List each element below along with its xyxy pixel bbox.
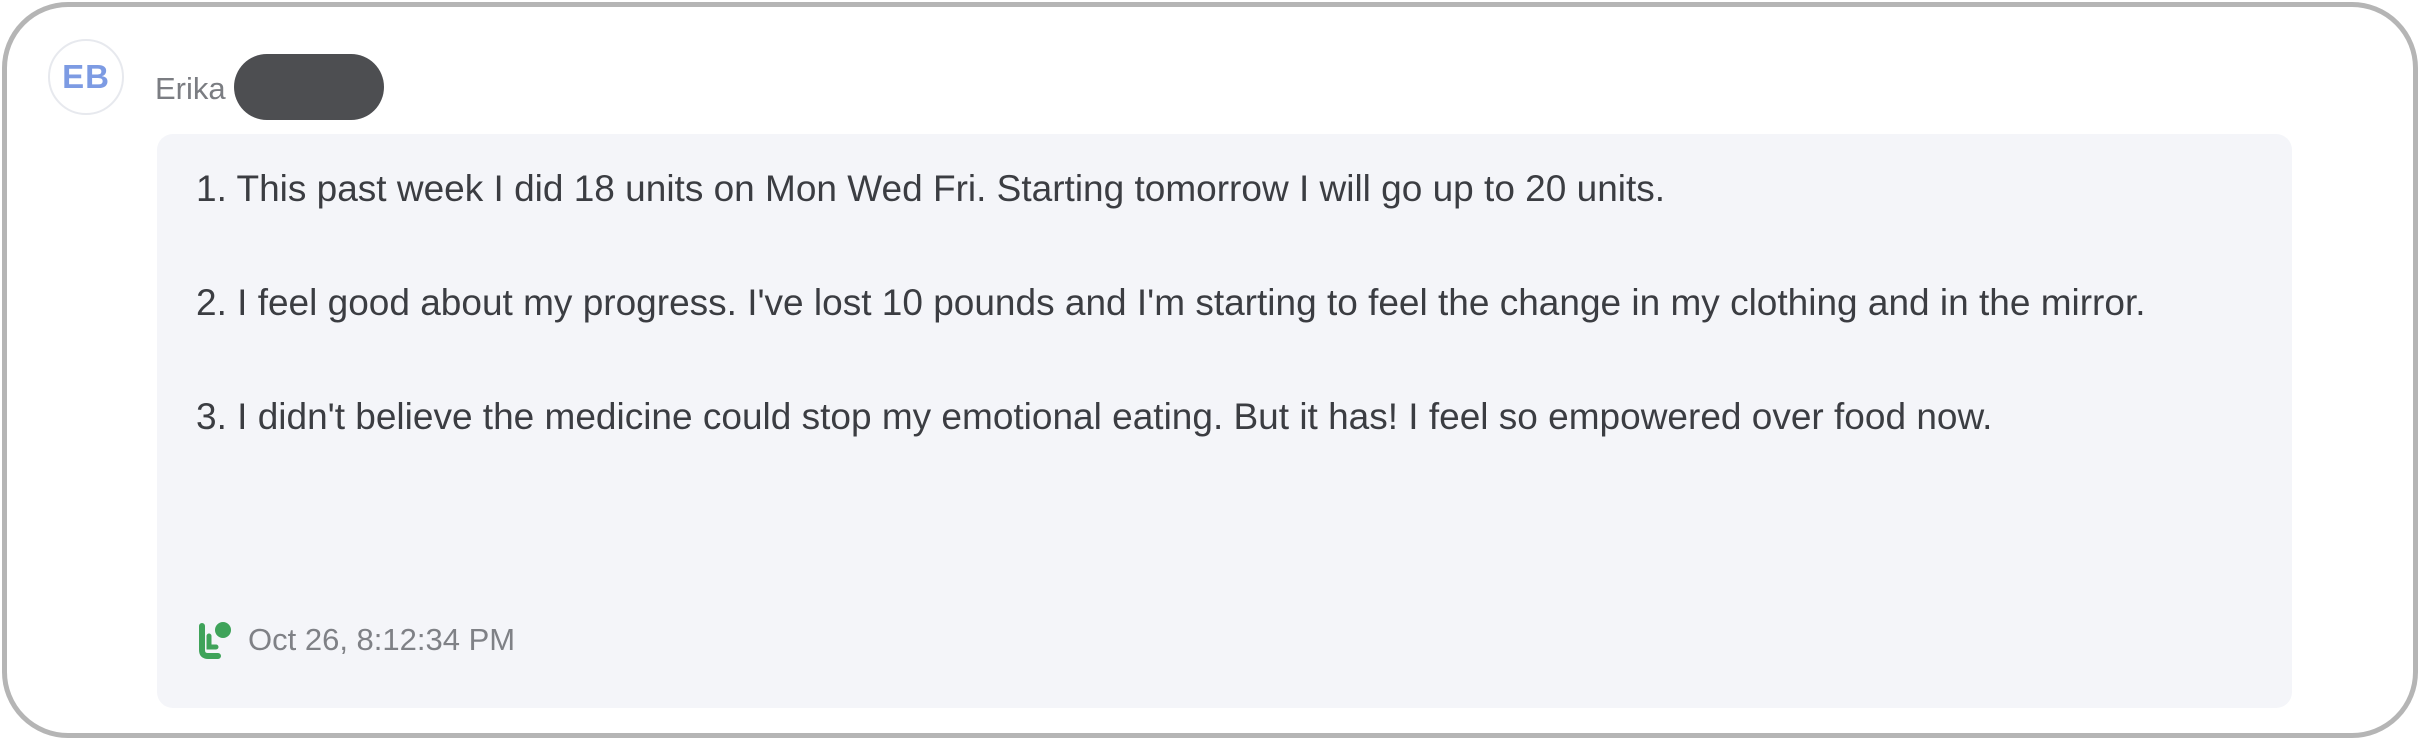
delivered-status-icon [196, 620, 234, 660]
message-timestamp: Oct 26, 8:12:34 PM [248, 622, 516, 657]
message-body: 1. This past week I did 18 units on Mon … [196, 160, 2256, 502]
message-paragraph-3: 3. I didn't believe the medicine could s… [196, 396, 1993, 437]
message-paragraph-1: 1. This past week I did 18 units on Mon … [196, 168, 1666, 209]
message-paragraph-2: 2. I feel good about my progress. I've l… [196, 282, 2146, 323]
redacted-surname [233, 54, 384, 120]
message-bubble: 1. This past week I did 18 units on Mon … [157, 134, 2292, 708]
sender-header: Erika [155, 54, 384, 120]
avatar[interactable]: EB [48, 39, 124, 115]
sender-name: Erika [155, 71, 226, 106]
message-card: EB Erika 1. This past week I did 18 unit… [2, 2, 2418, 738]
message-meta: Oct 26, 8:12:34 PM [196, 620, 515, 660]
avatar-initials: EB [62, 58, 110, 95]
